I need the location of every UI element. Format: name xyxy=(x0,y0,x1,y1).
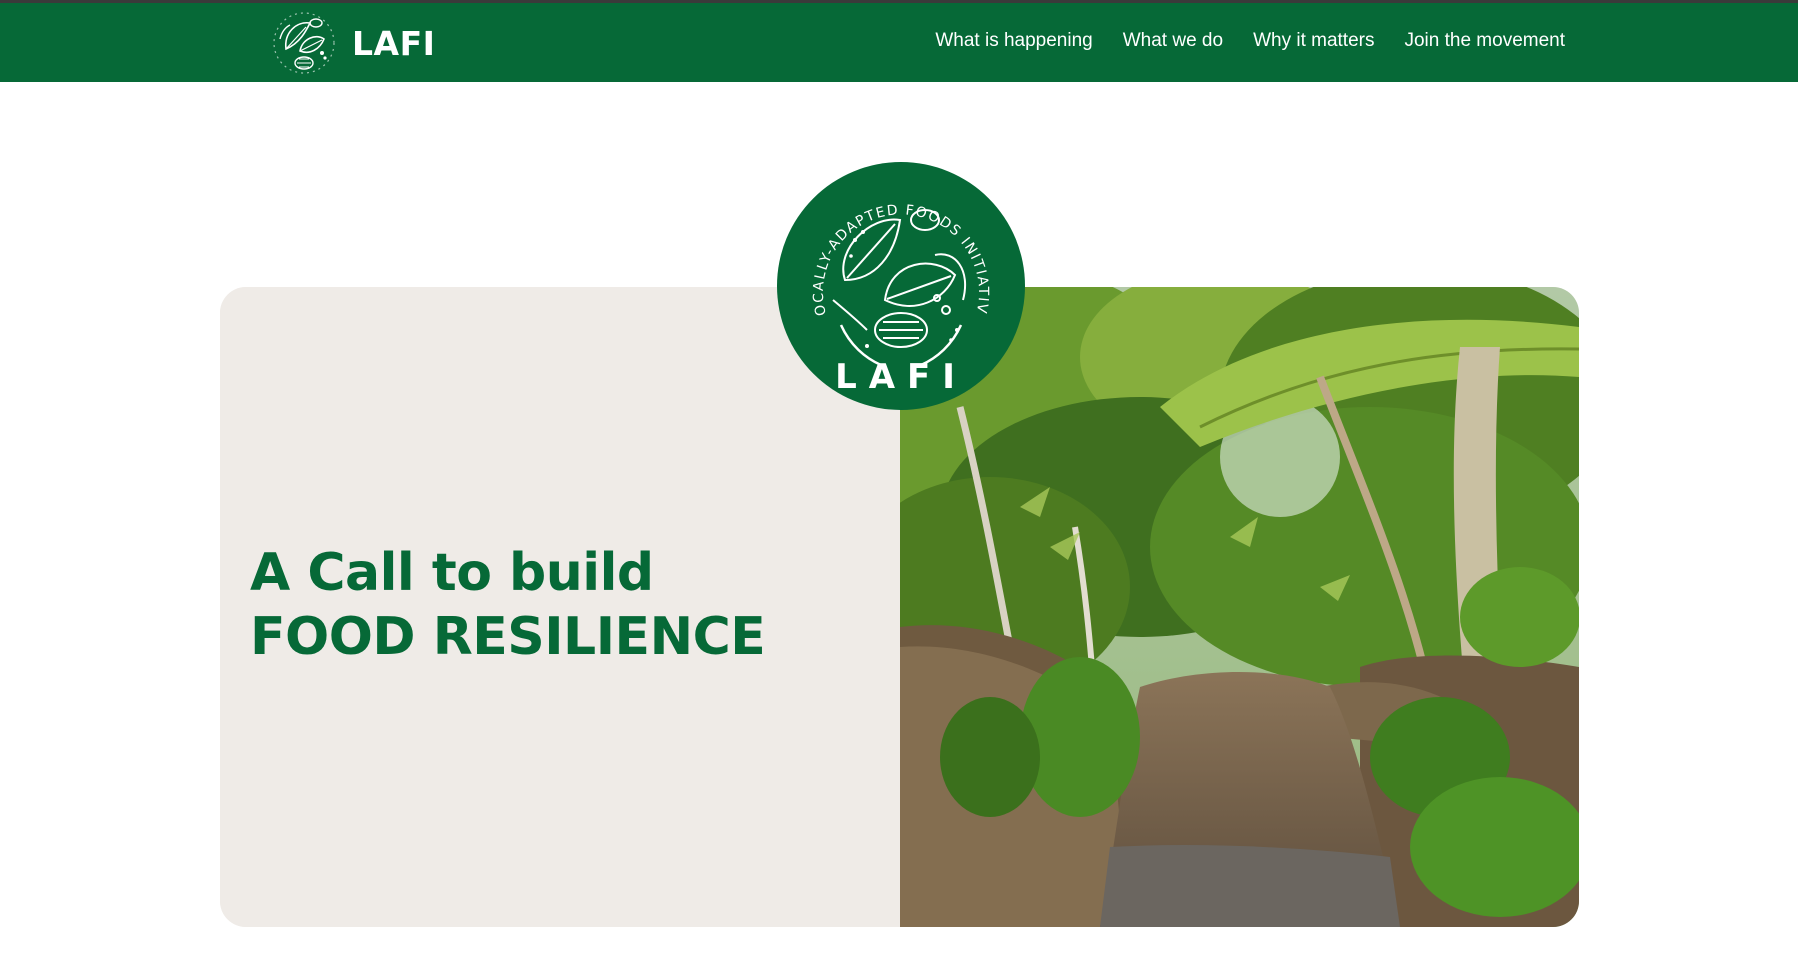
hero-headline: A Call to build FOOD RESILIENCE xyxy=(250,541,766,669)
brand-name: LAFI xyxy=(352,23,436,63)
headline-line-1: A Call to build xyxy=(250,543,654,603)
nav-what-is-happening[interactable]: What is happening xyxy=(935,30,1092,52)
nav-what-we-do[interactable]: What we do xyxy=(1123,30,1223,52)
top-navigation-bar: LAFI What is happening What we do Why it… xyxy=(0,0,1798,82)
nav-why-it-matters[interactable]: Why it matters xyxy=(1253,30,1374,52)
emblem-center-text: LAFI xyxy=(835,357,967,397)
main-nav: What is happening What we do Why it matt… xyxy=(935,30,1565,52)
brand-logo-link[interactable]: LAFI xyxy=(270,7,435,79)
nav-join-the-movement[interactable]: Join the movement xyxy=(1404,30,1565,52)
leaf-logo-icon xyxy=(273,12,335,74)
headline-line-2: FOOD RESILIENCE xyxy=(250,607,766,667)
lafi-emblem-badge: LOCALLY-ADAPTED FOODS INITIATIVE LAFI xyxy=(775,160,1025,410)
